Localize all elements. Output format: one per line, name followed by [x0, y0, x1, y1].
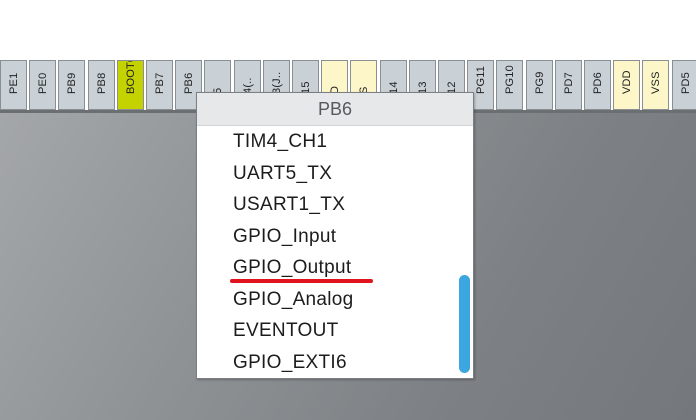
pin-label: PB9 — [65, 72, 78, 94]
pin-label: 3(J.. — [270, 71, 283, 94]
pin-label: BOOT0 — [124, 60, 137, 94]
menu-scrollbar-track[interactable] — [457, 127, 471, 377]
pin-pb9[interactable]: PB9 — [58, 60, 85, 110]
menu-option-gpio-exti6[interactable]: GPIO_EXTI6 — [233, 352, 347, 374]
pin-pb7[interactable]: PB7 — [146, 60, 173, 110]
pin-label: PE0 — [36, 72, 49, 94]
pin-function-menu: PB6 TIM4_CH1 UART5_TX USART1_TX GPIO_Inp… — [196, 92, 474, 379]
menu-scrollbar-thumb[interactable] — [459, 275, 470, 373]
pin-label: PE1 — [7, 72, 20, 94]
pin-label: PD5 — [679, 72, 692, 94]
pinout-view: PE1 PE0 PB9 PB8 BOOT0 PB7 PB6 5 4(.. 3(J.. 15 D S 14 1… — [0, 0, 696, 420]
menu-option-gpio-input[interactable]: GPIO_Input — [233, 226, 336, 248]
pin-pd5[interactable]: PD5 — [672, 60, 696, 110]
menu-option-uart5-tx[interactable]: UART5_TX — [233, 163, 332, 185]
menu-option-gpio-output[interactable]: GPIO_Output — [233, 257, 351, 279]
pin-pd6[interactable]: PD6 — [584, 60, 611, 110]
pin-label: PB6 — [182, 72, 195, 94]
menu-option-gpio-analog[interactable]: GPIO_Analog — [233, 289, 354, 311]
pin-pe0[interactable]: PE0 — [29, 60, 56, 110]
pin-pg9[interactable]: PG9 — [526, 60, 553, 110]
highlight-underline — [230, 279, 373, 283]
pin-label: PG11 — [474, 65, 487, 94]
menu-title: PB6 — [197, 93, 473, 126]
menu-option-eventout[interactable]: EVENTOUT — [233, 320, 339, 342]
pin-label: PB8 — [95, 72, 108, 94]
menu-option-usart1-tx[interactable]: USART1_TX — [233, 194, 345, 216]
pin-pb8[interactable]: PB8 — [88, 60, 115, 110]
pin-label: VDD — [620, 70, 633, 94]
pin-boot0[interactable]: BOOT0 — [117, 60, 144, 110]
pin-vss[interactable]: VSS — [642, 60, 669, 110]
pin-pd7[interactable]: PD7 — [555, 60, 582, 110]
pin-label: PB7 — [153, 72, 166, 94]
pin-label: VSS — [649, 71, 662, 94]
pin-label: PG10 — [503, 65, 516, 94]
menu-option-tim4-ch1[interactable]: TIM4_CH1 — [233, 131, 327, 153]
pin-pg10[interactable]: PG10 — [496, 60, 523, 110]
pin-pe1[interactable]: PE1 — [0, 60, 27, 110]
pin-vdd[interactable]: VDD — [613, 60, 640, 110]
pin-label: PD7 — [562, 72, 575, 94]
pin-label: PD6 — [591, 72, 604, 94]
pin-label: PG9 — [533, 71, 546, 94]
